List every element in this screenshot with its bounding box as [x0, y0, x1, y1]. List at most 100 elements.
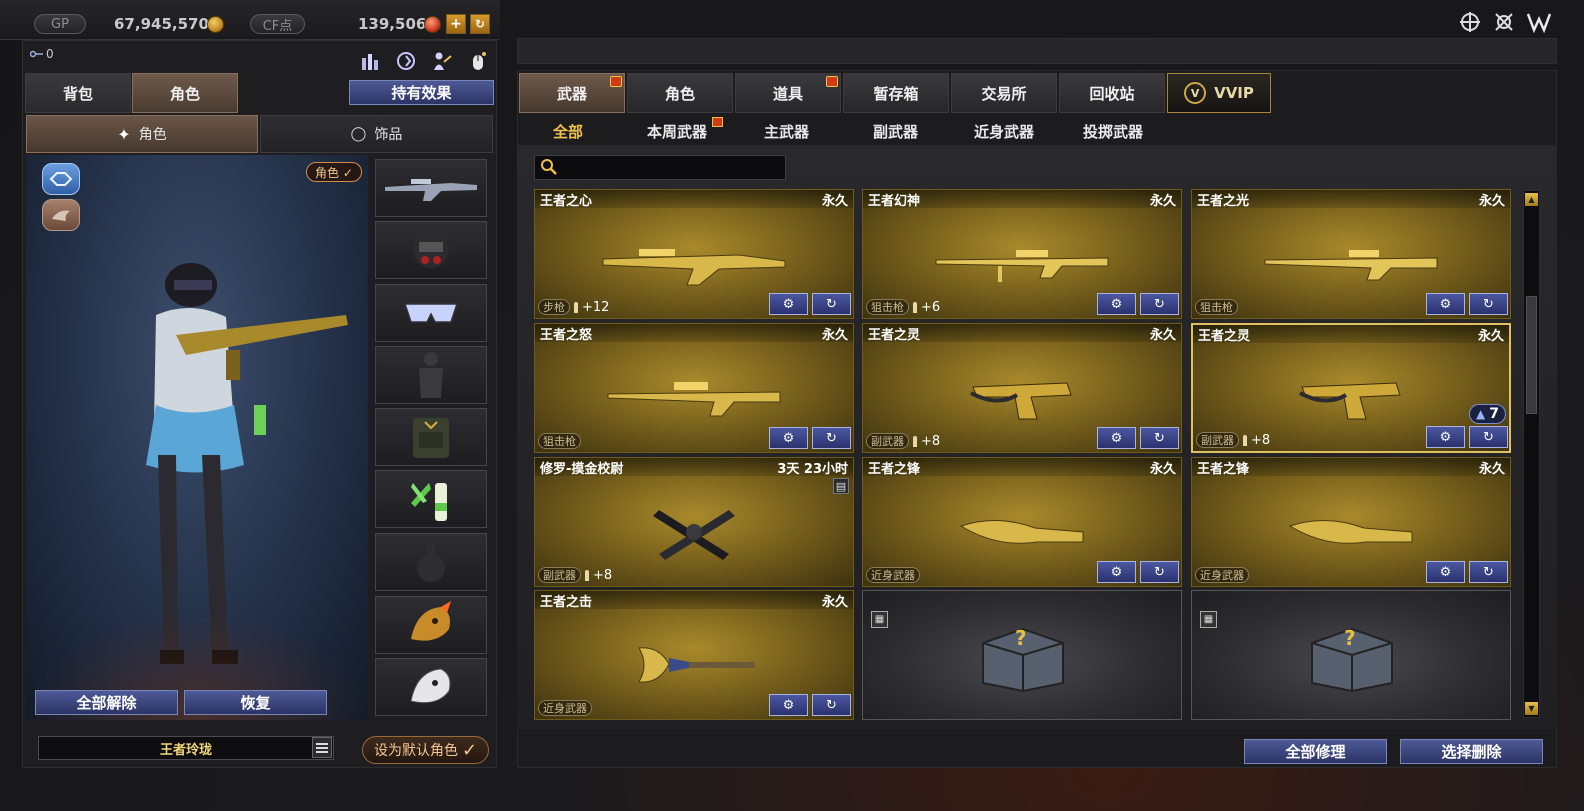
recycle-button[interactable]: ↻: [812, 694, 851, 716]
gift-box-icon: ▦: [1200, 611, 1217, 628]
tab-exchange[interactable]: 交易所: [951, 73, 1057, 113]
trash-icon[interactable]: ▤: [833, 478, 849, 494]
item-card[interactable]: 王者之锋 永久 近身武器 ⚙ ↻: [1191, 457, 1511, 587]
tab-character[interactable]: 角色: [132, 73, 238, 113]
trophy-icon[interactable]: [357, 48, 383, 74]
item-duration: 永久: [1478, 193, 1505, 209]
scroll-up-icon[interactable]: ▲: [1525, 193, 1538, 206]
team-blue-icon[interactable]: [42, 163, 80, 195]
tab-vvip-label: VVIP: [1214, 84, 1254, 102]
equip-slot-primary[interactable]: [375, 159, 487, 217]
character-preview[interactable]: 角色 ✓: [26, 155, 368, 720]
item-card[interactable]: 王者幻神 永久 狙击枪 +6 ⚙ ↻: [862, 189, 1182, 319]
item-ammo: +8: [1251, 432, 1271, 448]
knife-icon: [959, 520, 1084, 545]
restore-button[interactable]: 恢复: [184, 690, 327, 715]
vvip-logo-icon[interactable]: [1526, 9, 1552, 35]
refresh-cf-button[interactable]: ↻: [470, 14, 490, 34]
tab-backpack[interactable]: 背包: [25, 73, 131, 113]
scroll-thumb[interactable]: [1526, 296, 1537, 414]
set-default-character-button[interactable]: 设为默认角色 ✓: [362, 736, 489, 764]
item-card[interactable]: 王者之光 永久 狙击枪 ⚙ ↻: [1191, 189, 1511, 319]
item-scrollbar[interactable]: ▲ ▼: [1523, 190, 1540, 718]
item-ammo: +12: [582, 299, 610, 315]
repair-button[interactable]: ⚙: [1426, 561, 1465, 583]
item-card[interactable]: 王者之锋 永久 近身武器 ⚙ ↻: [862, 457, 1182, 587]
item-card-selected[interactable]: 王者之灵 永久 ▲ 7 副武器 +8 ⚙ ↻: [1191, 323, 1511, 453]
sparkle-person-icon: ✦: [117, 124, 131, 144]
item-duration: 永久: [1478, 461, 1505, 477]
delete-selected-button[interactable]: 选择删除: [1400, 739, 1543, 764]
equip-slot-grenade[interactable]: [375, 470, 487, 528]
gp-label: GP: [34, 14, 86, 34]
subtab-accessory[interactable]: ◯ 饰品: [260, 115, 493, 153]
gear-wrench-icon: ⚙: [1110, 564, 1123, 580]
gear-wrench-icon: ⚙: [782, 697, 795, 713]
item-card[interactable]: 王者之灵 永久 副武器 +8 ⚙ ↻: [862, 323, 1182, 453]
filter-weekly[interactable]: 本周武器: [647, 117, 724, 142]
item-card[interactable]: 王者之击 永久 近身武器 ⚙ ↻: [534, 590, 854, 720]
equip-slot-spray-white[interactable]: [375, 658, 487, 716]
equip-slot-goggles[interactable]: [375, 284, 487, 342]
item-type: 副武器: [1196, 432, 1239, 448]
equip-slot-backpack[interactable]: [375, 408, 487, 466]
tab-vvip[interactable]: V VVIP: [1167, 73, 1271, 113]
filter-throwable[interactable]: 投掷武器: [1083, 121, 1143, 142]
repair-button[interactable]: ⚙: [1097, 561, 1136, 583]
repair-all-button[interactable]: 全部修理: [1244, 739, 1387, 764]
equip-slot-spray-gold[interactable]: [375, 596, 487, 654]
repair-button[interactable]: ⚙: [1097, 293, 1136, 315]
repair-button[interactable]: ⚙: [1426, 293, 1465, 315]
recycle-button[interactable]: ↻: [1140, 293, 1179, 315]
settings-tools-icon[interactable]: [1491, 9, 1517, 35]
repair-button[interactable]: ⚙: [1426, 426, 1465, 448]
recycle-button[interactable]: ↻: [1469, 426, 1508, 448]
repair-button[interactable]: ⚙: [769, 694, 808, 716]
name-menu-button[interactable]: [312, 737, 332, 758]
release-all-button[interactable]: 全部解除: [35, 690, 178, 715]
subtab-character[interactable]: ✦ 角色: [26, 115, 258, 153]
item-card[interactable]: 王者之怒 永久 狙击枪 ⚙ ↻: [534, 323, 854, 453]
equip-slot-body[interactable]: [375, 346, 487, 404]
repair-button[interactable]: ⚙: [769, 427, 808, 449]
item-duration: 永久: [1477, 328, 1504, 344]
tab-weapons[interactable]: 武器: [519, 73, 625, 113]
character-pose-icon[interactable]: [429, 48, 455, 74]
gear-wrench-icon: ⚙: [1439, 429, 1452, 445]
effects-button[interactable]: 持有效果: [349, 80, 494, 105]
rotate-view-icon[interactable]: [393, 48, 419, 74]
recycle-button[interactable]: ↻: [1469, 293, 1508, 315]
gear-wrench-icon: ⚙: [1110, 430, 1123, 446]
recycle-button[interactable]: ↻: [1469, 561, 1508, 583]
add-cf-button[interactable]: +: [446, 14, 466, 34]
recycle-button[interactable]: ↻: [1140, 561, 1179, 583]
recycle-button[interactable]: ↻: [812, 293, 851, 315]
filter-melee[interactable]: 近身武器: [974, 121, 1034, 142]
tab-recycle[interactable]: 回收站: [1059, 73, 1165, 113]
recycle-button[interactable]: ↻: [1140, 427, 1179, 449]
scroll-down-icon[interactable]: ▼: [1525, 702, 1538, 715]
sniper-icon: [1264, 250, 1438, 281]
mystery-box-card[interactable]: ▦ ?: [1191, 590, 1511, 720]
vvip-badge-icon: V: [1184, 82, 1207, 104]
equip-slot-helmet[interactable]: [375, 221, 487, 279]
filter-primary[interactable]: 主武器: [764, 121, 809, 142]
filter-secondary[interactable]: 副武器: [873, 121, 918, 142]
tab-items[interactable]: 道具: [735, 73, 841, 113]
mouse-effect-icon[interactable]: [465, 48, 491, 74]
repair-button[interactable]: ⚙: [769, 293, 808, 315]
recycle-button[interactable]: ↻: [812, 427, 851, 449]
search-input[interactable]: [534, 155, 786, 180]
repair-button[interactable]: ⚙: [1097, 427, 1136, 449]
tab-storage[interactable]: 暂存箱: [843, 73, 949, 113]
filter-all[interactable]: 全部: [553, 121, 583, 142]
team-red-icon[interactable]: [42, 199, 80, 231]
crosshair-icon[interactable]: [1457, 9, 1483, 35]
key-icon: 0: [30, 47, 54, 61]
item-card[interactable]: 修罗-摸金校尉 3天 23小时 ▤ 副武器 +8: [534, 457, 854, 587]
mystery-box-card[interactable]: ▦ ?: [862, 590, 1182, 720]
item-card[interactable]: 王者之心 永久 步枪 +12 ⚙ ↻: [534, 189, 854, 319]
tab-characters[interactable]: 角色: [627, 73, 733, 113]
item-ammo: +8: [593, 567, 613, 583]
equip-slot-empty[interactable]: [375, 533, 487, 591]
